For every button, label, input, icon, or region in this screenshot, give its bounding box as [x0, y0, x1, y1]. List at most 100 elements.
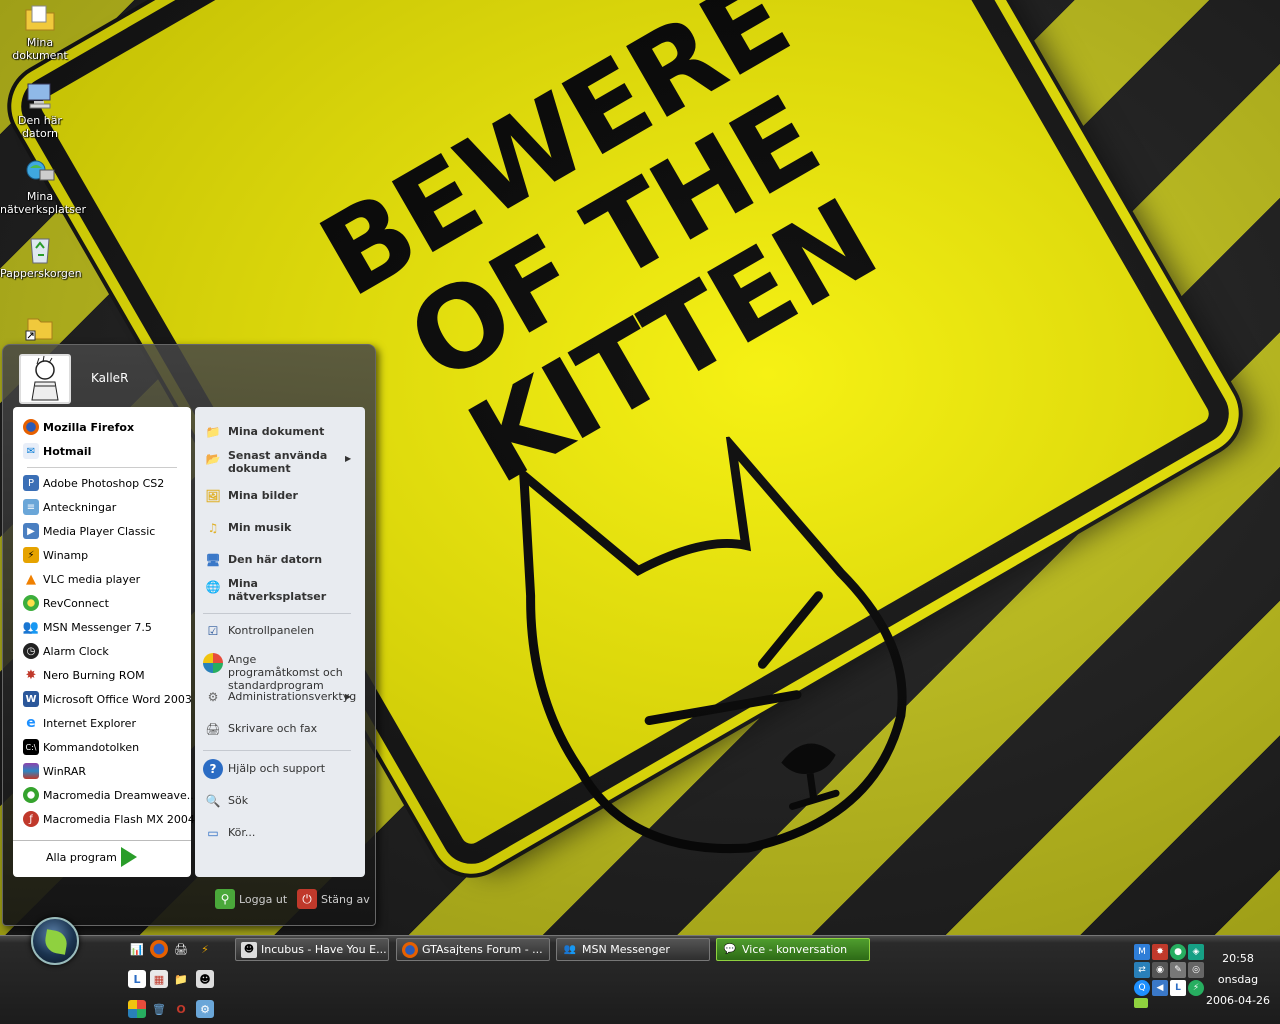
tray-volume-icon[interactable]: ◀	[1152, 980, 1168, 996]
tray-update-icon[interactable]: ⚡	[1188, 980, 1204, 996]
wallpaper-text-line: OF THE	[388, 72, 839, 408]
start-item-label: Internet Explorer	[43, 716, 136, 730]
desktop-icon-label: Den här datorn	[18, 114, 62, 140]
start-place-my-pictures[interactable]: 🖼 Mina bilder	[203, 486, 298, 506]
quicklaunch-folder-icon[interactable]: 📁	[172, 970, 190, 988]
tray-green-icon[interactable]: ●	[1170, 944, 1186, 960]
all-programs-label: Alla program	[46, 851, 117, 864]
taskbar-button-gtasajtens[interactable]: GTAsajtens Forum - ...	[396, 938, 550, 961]
start-place-run[interactable]: ▭ Kör...	[203, 823, 255, 843]
desktop-icon-my-computer[interactable]: Den här datorn	[0, 80, 80, 140]
start-item-alarm-clock[interactable]: ◷ Alarm Clock	[23, 641, 109, 661]
start-place-search[interactable]: 🔍 Sök	[203, 791, 249, 811]
tray-battery-icon[interactable]	[1134, 998, 1148, 1008]
quicklaunch-opera-icon[interactable]: O	[172, 1000, 190, 1018]
start-item-winamp[interactable]: ⚡ Winamp	[23, 545, 88, 565]
start-item-label: MSN Messenger 7.5	[43, 620, 152, 634]
quicklaunch-alien-icon[interactable]: ☻	[196, 970, 214, 988]
start-place-printers[interactable]: 🖨 Skrivare och fax	[203, 719, 317, 739]
start-item-label: Macromedia Dreamweave...	[43, 788, 198, 802]
desktop-icon-recycle-bin[interactable]: Papperskorgen	[0, 233, 82, 280]
start-place-my-documents[interactable]: 📁 Mina dokument	[203, 422, 325, 442]
quicklaunch-pattern-icon[interactable]: ▦	[150, 970, 168, 988]
start-item-label: Alarm Clock	[43, 644, 109, 658]
start-place-label: Min musik	[228, 521, 292, 534]
start-item-label: Mozilla Firefox	[43, 420, 135, 434]
start-item-label: Anteckningar	[43, 500, 117, 514]
start-item-label: Media Player Classic	[43, 524, 156, 538]
revconnect-icon	[23, 595, 39, 611]
tray-search-icon[interactable]: Q	[1134, 980, 1150, 996]
tray-tool-icon[interactable]: ✎	[1170, 962, 1186, 978]
quicklaunch-app-icon[interactable]: ⚙	[196, 1000, 214, 1018]
quicklaunch-window-icon[interactable]: L	[128, 970, 146, 988]
desktop-icon-my-documents[interactable]: Mina dokument	[0, 2, 80, 62]
start-place-my-computer[interactable]: 🖥 Den här datorn	[203, 550, 322, 570]
winrar-icon	[23, 763, 39, 779]
user-avatar[interactable]	[19, 354, 71, 404]
clock-day: onsdag	[1217, 973, 1259, 986]
start-item-media-player-classic[interactable]: ▶ Media Player Classic	[23, 521, 155, 541]
start-place-help[interactable]: ? Hjälp och support	[203, 759, 325, 779]
program-access-icon	[203, 653, 223, 673]
tray-msn-icon[interactable]: M	[1134, 944, 1150, 960]
start-place-recent-documents[interactable]: 📂 Senast använda dokument ▶	[203, 449, 352, 475]
power-icon: ⏻	[297, 889, 317, 909]
start-place-label: Mina bilder	[228, 489, 298, 502]
search-icon: 🔍	[205, 793, 221, 808]
wallpaper-text-line: KITTEN	[448, 175, 897, 510]
tray-webcam-icon[interactable]: ◎	[1188, 962, 1204, 978]
start-item-vlc[interactable]: ▲ VLC media player	[23, 569, 140, 589]
run-icon: ▭	[207, 825, 219, 840]
shutdown-label: Stäng av	[321, 892, 370, 906]
desktop-icon-folder-shortcut[interactable]	[0, 311, 80, 345]
start-item-winrar[interactable]: WinRAR	[23, 761, 86, 781]
taskbar-button-label: GTAsajtens Forum - ...	[422, 943, 543, 956]
start-item-revconnect[interactable]: RevConnect	[23, 593, 109, 613]
computer-icon	[27, 83, 51, 109]
quicklaunch-bin-icon[interactable]: 🗑	[150, 1000, 168, 1018]
start-item-firefox[interactable]: Mozilla Firefox	[23, 417, 134, 437]
quicklaunch-winamp-icon[interactable]: ⚡	[196, 940, 214, 958]
shutdown-button[interactable]: ⏻ Stäng av	[297, 889, 370, 909]
start-item-dreamweaver[interactable]: Macromedia Dreamweave...	[23, 785, 197, 805]
quicklaunch-colors-icon[interactable]	[128, 1000, 146, 1018]
alarm-clock-icon: ◷	[23, 643, 39, 659]
word-icon: W	[23, 691, 39, 707]
all-programs-button[interactable]: Alla program	[13, 840, 191, 876]
start-item-command-prompt[interactable]: C:\ Kommandotolken	[23, 737, 139, 757]
taskbar-button-incubus[interactable]: ☻ Incubus - Have You E...	[235, 938, 389, 961]
start-item-msn-messenger[interactable]: 👥 MSN Messenger 7.5	[23, 617, 152, 637]
start-item-photoshop[interactable]: P Adobe Photoshop CS2	[23, 473, 164, 493]
menu-separator	[203, 613, 351, 614]
start-item-hotmail[interactable]: ✉ Hotmail	[23, 441, 91, 461]
quicklaunch-chart-icon[interactable]: 📊	[128, 940, 146, 958]
start-place-my-music[interactable]: ♫ Min musik	[203, 518, 292, 538]
taskbar-button-vice-conversation[interactable]: 💬 Vice - konversation	[716, 938, 870, 961]
quicklaunch-firefox-icon[interactable]	[150, 940, 168, 958]
start-item-internet-explorer[interactable]: e Internet Explorer	[23, 713, 136, 733]
start-place-network-places[interactable]: 🌐 Mina nätverksplatser	[203, 577, 328, 603]
start-item-nero[interactable]: ✸ Nero Burning ROM	[23, 665, 145, 685]
start-place-admin-tools[interactable]: ⚙ Administrationsverktyg ▶	[203, 687, 357, 707]
start-place-control-panel[interactable]: ☑ Kontrollpanelen	[203, 621, 314, 641]
start-item-word[interactable]: W Microsoft Office Word 2003	[23, 689, 192, 709]
tray-network-icon[interactable]: ⇄	[1134, 962, 1150, 978]
start-item-flash[interactable]: ƒ Macromedia Flash MX 2004	[23, 809, 195, 829]
logoff-button[interactable]: ⚲ Logga ut	[215, 889, 287, 909]
chat-icon: 💬	[723, 944, 737, 955]
taskbar-button-msn[interactable]: 👥 MSN Messenger	[556, 938, 710, 961]
cmd-icon: C:\	[23, 739, 39, 755]
tray-nero-icon[interactable]: ✸	[1152, 944, 1168, 960]
tray-window-icon[interactable]: L	[1170, 980, 1186, 996]
quicklaunch-printer-icon[interactable]: 🖨	[172, 940, 190, 958]
start-item-notepad[interactable]: ≡ Anteckningar	[23, 497, 116, 517]
start-item-label: Kommandotolken	[43, 740, 140, 754]
tray-disc-icon[interactable]: ◉	[1152, 962, 1168, 978]
printer-icon: 🖨	[205, 721, 221, 736]
taskbar-clock[interactable]: 20:58 onsdag 2006-04-26	[1206, 948, 1270, 1011]
tray-teal-icon[interactable]: ◈	[1188, 944, 1204, 960]
help-icon: ?	[203, 759, 223, 779]
desktop-icon-network-places[interactable]: Mina nätverksplatser	[0, 156, 86, 216]
start-button[interactable]	[31, 917, 79, 965]
